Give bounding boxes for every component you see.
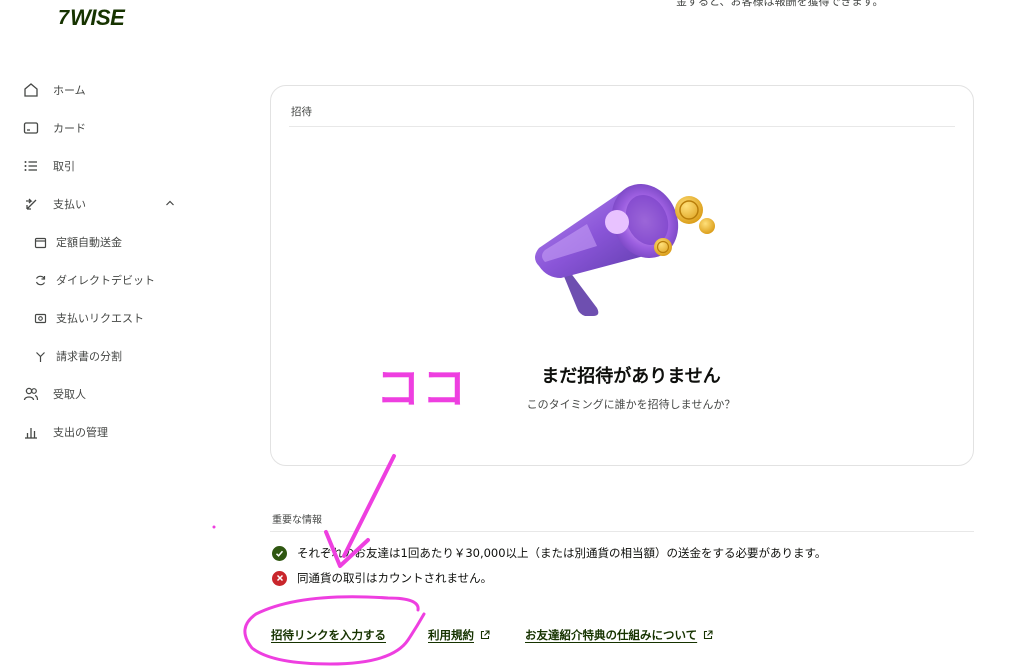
sidebar-item-label: カード [53, 122, 86, 135]
info-item-text: 同通貨の取引はカウントされません。 [297, 571, 493, 585]
wise-logo[interactable]: 7 WISE [58, 5, 125, 30]
wise-flag-icon: 7 [58, 6, 70, 29]
calendar-icon [32, 234, 48, 250]
card-icon [22, 119, 40, 137]
referral-how-it-works-link[interactable]: お友達紹介特典の仕組みについて [525, 627, 713, 643]
chart-icon [22, 423, 40, 441]
people-icon [22, 385, 40, 403]
annotation-dot [212, 525, 216, 529]
sidebar-item-label: 受取人 [53, 388, 86, 401]
referral-how-it-works-label: お友達紹介特典の仕組みについて [525, 628, 698, 642]
chevron-up-icon[interactable] [164, 197, 176, 212]
request-icon [32, 310, 48, 326]
terms-link[interactable]: 利用規約 [428, 627, 490, 643]
sidebar-item-label: 支払い [53, 198, 86, 211]
important-info-title: 重要な情報 [272, 515, 322, 526]
info-item-same-currency: 同通貨の取引はカウントされません。 [272, 570, 492, 586]
refresh-icon [32, 272, 48, 288]
enter-invite-link-label: 招待リンクを入力する [271, 628, 386, 642]
terms-link-label: 利用規約 [428, 628, 474, 642]
card-divider [289, 126, 955, 127]
split-icon [32, 348, 48, 364]
external-link-icon [480, 630, 490, 640]
sidebar-item-label: ホーム [53, 84, 86, 97]
transfer-icon [22, 195, 40, 213]
sidebar-item-label: 請求書の分割 [56, 350, 122, 363]
external-link-icon [703, 630, 713, 640]
info-divider [270, 531, 974, 532]
sidebar-item-label: 定額自動送金 [56, 236, 122, 249]
megaphone-illustration [527, 166, 717, 326]
home-icon [22, 81, 40, 99]
check-circle-icon [272, 545, 287, 561]
wise-wordmark: WISE [70, 5, 125, 30]
annotation-arrow-shaft [342, 454, 396, 558]
list-icon [22, 157, 40, 175]
sidebar-item-label: 支払いリクエスト [56, 312, 144, 325]
enter-invite-link[interactable]: 招待リンクを入力する [271, 627, 386, 643]
sidebar-item-label: ダイレクトデビット [56, 274, 155, 287]
header-partial-text: 金すると、お客様は報酬を獲得できます。 [676, 0, 884, 8]
sidebar-item-label: 取引 [53, 160, 75, 173]
sidebar-item-payments[interactable]: 支払い [0, 190, 190, 218]
invite-card-title: 招待 [291, 106, 312, 118]
sidebar-item-label: 支出の管理 [53, 426, 108, 439]
annotation-koko-text: ココ [376, 363, 468, 414]
info-item-text: それぞれのお友達は1回あたり￥30,000以上（または別通貨の相当額）の送金をす… [297, 546, 827, 560]
info-item-min-transfer: それぞれのお友達は1回あたり￥30,000以上（または別通貨の相当額）の送金をす… [272, 545, 826, 561]
cross-circle-icon [272, 570, 287, 586]
